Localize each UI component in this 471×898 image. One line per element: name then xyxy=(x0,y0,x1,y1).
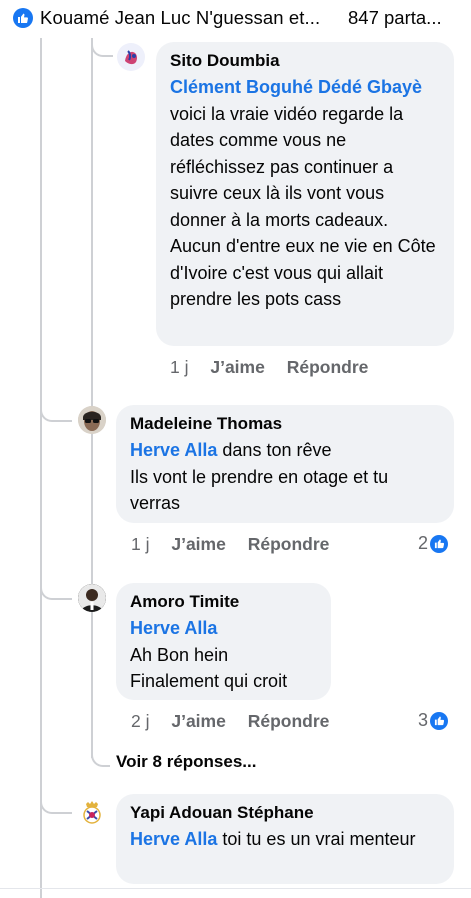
comment-time[interactable]: 1 j xyxy=(170,357,188,377)
reaction-count[interactable]: 2 xyxy=(418,533,449,554)
like-button[interactable]: J’aime xyxy=(171,534,225,554)
comment-bubble: Madeleine Thomas Herve Alla dans ton rêv… xyxy=(116,405,454,523)
divider xyxy=(0,888,471,889)
thread-connector xyxy=(91,740,110,767)
reply-button[interactable]: Répondre xyxy=(287,357,369,377)
comment-actions: 1 j J’aime Répondre xyxy=(131,534,346,555)
post-header: Kouamé Jean Luc N'guessan et... 847 part… xyxy=(0,0,471,38)
avatar[interactable] xyxy=(78,584,106,612)
reaction-number: 3 xyxy=(418,710,429,730)
like-reaction-icon xyxy=(430,711,449,730)
comment-actions: 2 j J’aime Répondre xyxy=(131,711,346,732)
like-reaction-icon[interactable] xyxy=(13,8,33,28)
thread-line xyxy=(40,38,42,898)
comment-text: voici la vraie vidéo regarde la dates co… xyxy=(170,103,436,310)
comment-time[interactable]: 2 j xyxy=(131,711,149,731)
avatar[interactable] xyxy=(78,406,106,434)
comment-author[interactable]: Madeleine Thomas xyxy=(130,413,440,435)
reply-button[interactable]: Répondre xyxy=(248,534,330,554)
comment-actions: 1 j J’aime Répondre xyxy=(170,357,385,378)
see-more-replies-link[interactable]: Voir 8 réponses... xyxy=(116,752,256,772)
thread-connector xyxy=(40,398,72,422)
comment-author[interactable]: Yapi Adouan Stéphane xyxy=(130,802,440,824)
reactors-summary[interactable]: Kouamé Jean Luc N'guessan et... xyxy=(40,7,320,29)
comment-bubble: Yapi Adouan Stéphane Herve Alla toi tu e… xyxy=(116,794,454,884)
comment-text: toi tu es un vrai menteur xyxy=(222,829,416,849)
avatar[interactable] xyxy=(78,799,106,827)
reply-thread-line xyxy=(91,38,93,758)
mention-link[interactable]: Herve Alla xyxy=(130,440,217,460)
comment-author[interactable]: Sito Doumbia xyxy=(170,50,440,72)
comment-text: Ils vont le prendre en otage et tu verra… xyxy=(130,466,389,514)
comment-bubble: Amoro Timite Herve Alla Ah Bon hein Fina… xyxy=(116,583,331,700)
like-reaction-icon xyxy=(430,534,449,553)
mention-link[interactable]: Herve Alla xyxy=(130,829,217,849)
thread-connector xyxy=(40,578,72,600)
mention-link[interactable]: Clément Boguhé Dédé Gbayè xyxy=(170,77,422,97)
comment-bubble: Sito Doumbia Clément Boguhé Dédé Gbayè v… xyxy=(156,42,454,346)
like-button[interactable]: J’aime xyxy=(171,711,225,731)
comment-text: Ah Bon hein xyxy=(130,644,229,665)
thread-connector xyxy=(91,38,113,57)
reaction-count[interactable]: 3 xyxy=(418,710,449,731)
reaction-number: 2 xyxy=(418,533,429,553)
comment-text: Finalement qui croit xyxy=(130,671,288,691)
mention-link[interactable]: Herve Alla xyxy=(130,618,217,638)
comment-time[interactable]: 1 j xyxy=(131,534,149,554)
like-button[interactable]: J’aime xyxy=(210,357,264,377)
reply-button[interactable]: Répondre xyxy=(248,711,330,731)
shares-count[interactable]: 847 parta... xyxy=(348,7,442,29)
avatar[interactable] xyxy=(117,43,145,71)
comment-author[interactable]: Amoro Timite xyxy=(130,591,317,613)
thread-connector xyxy=(40,790,72,814)
comment-text: dans ton rêve xyxy=(222,440,332,460)
